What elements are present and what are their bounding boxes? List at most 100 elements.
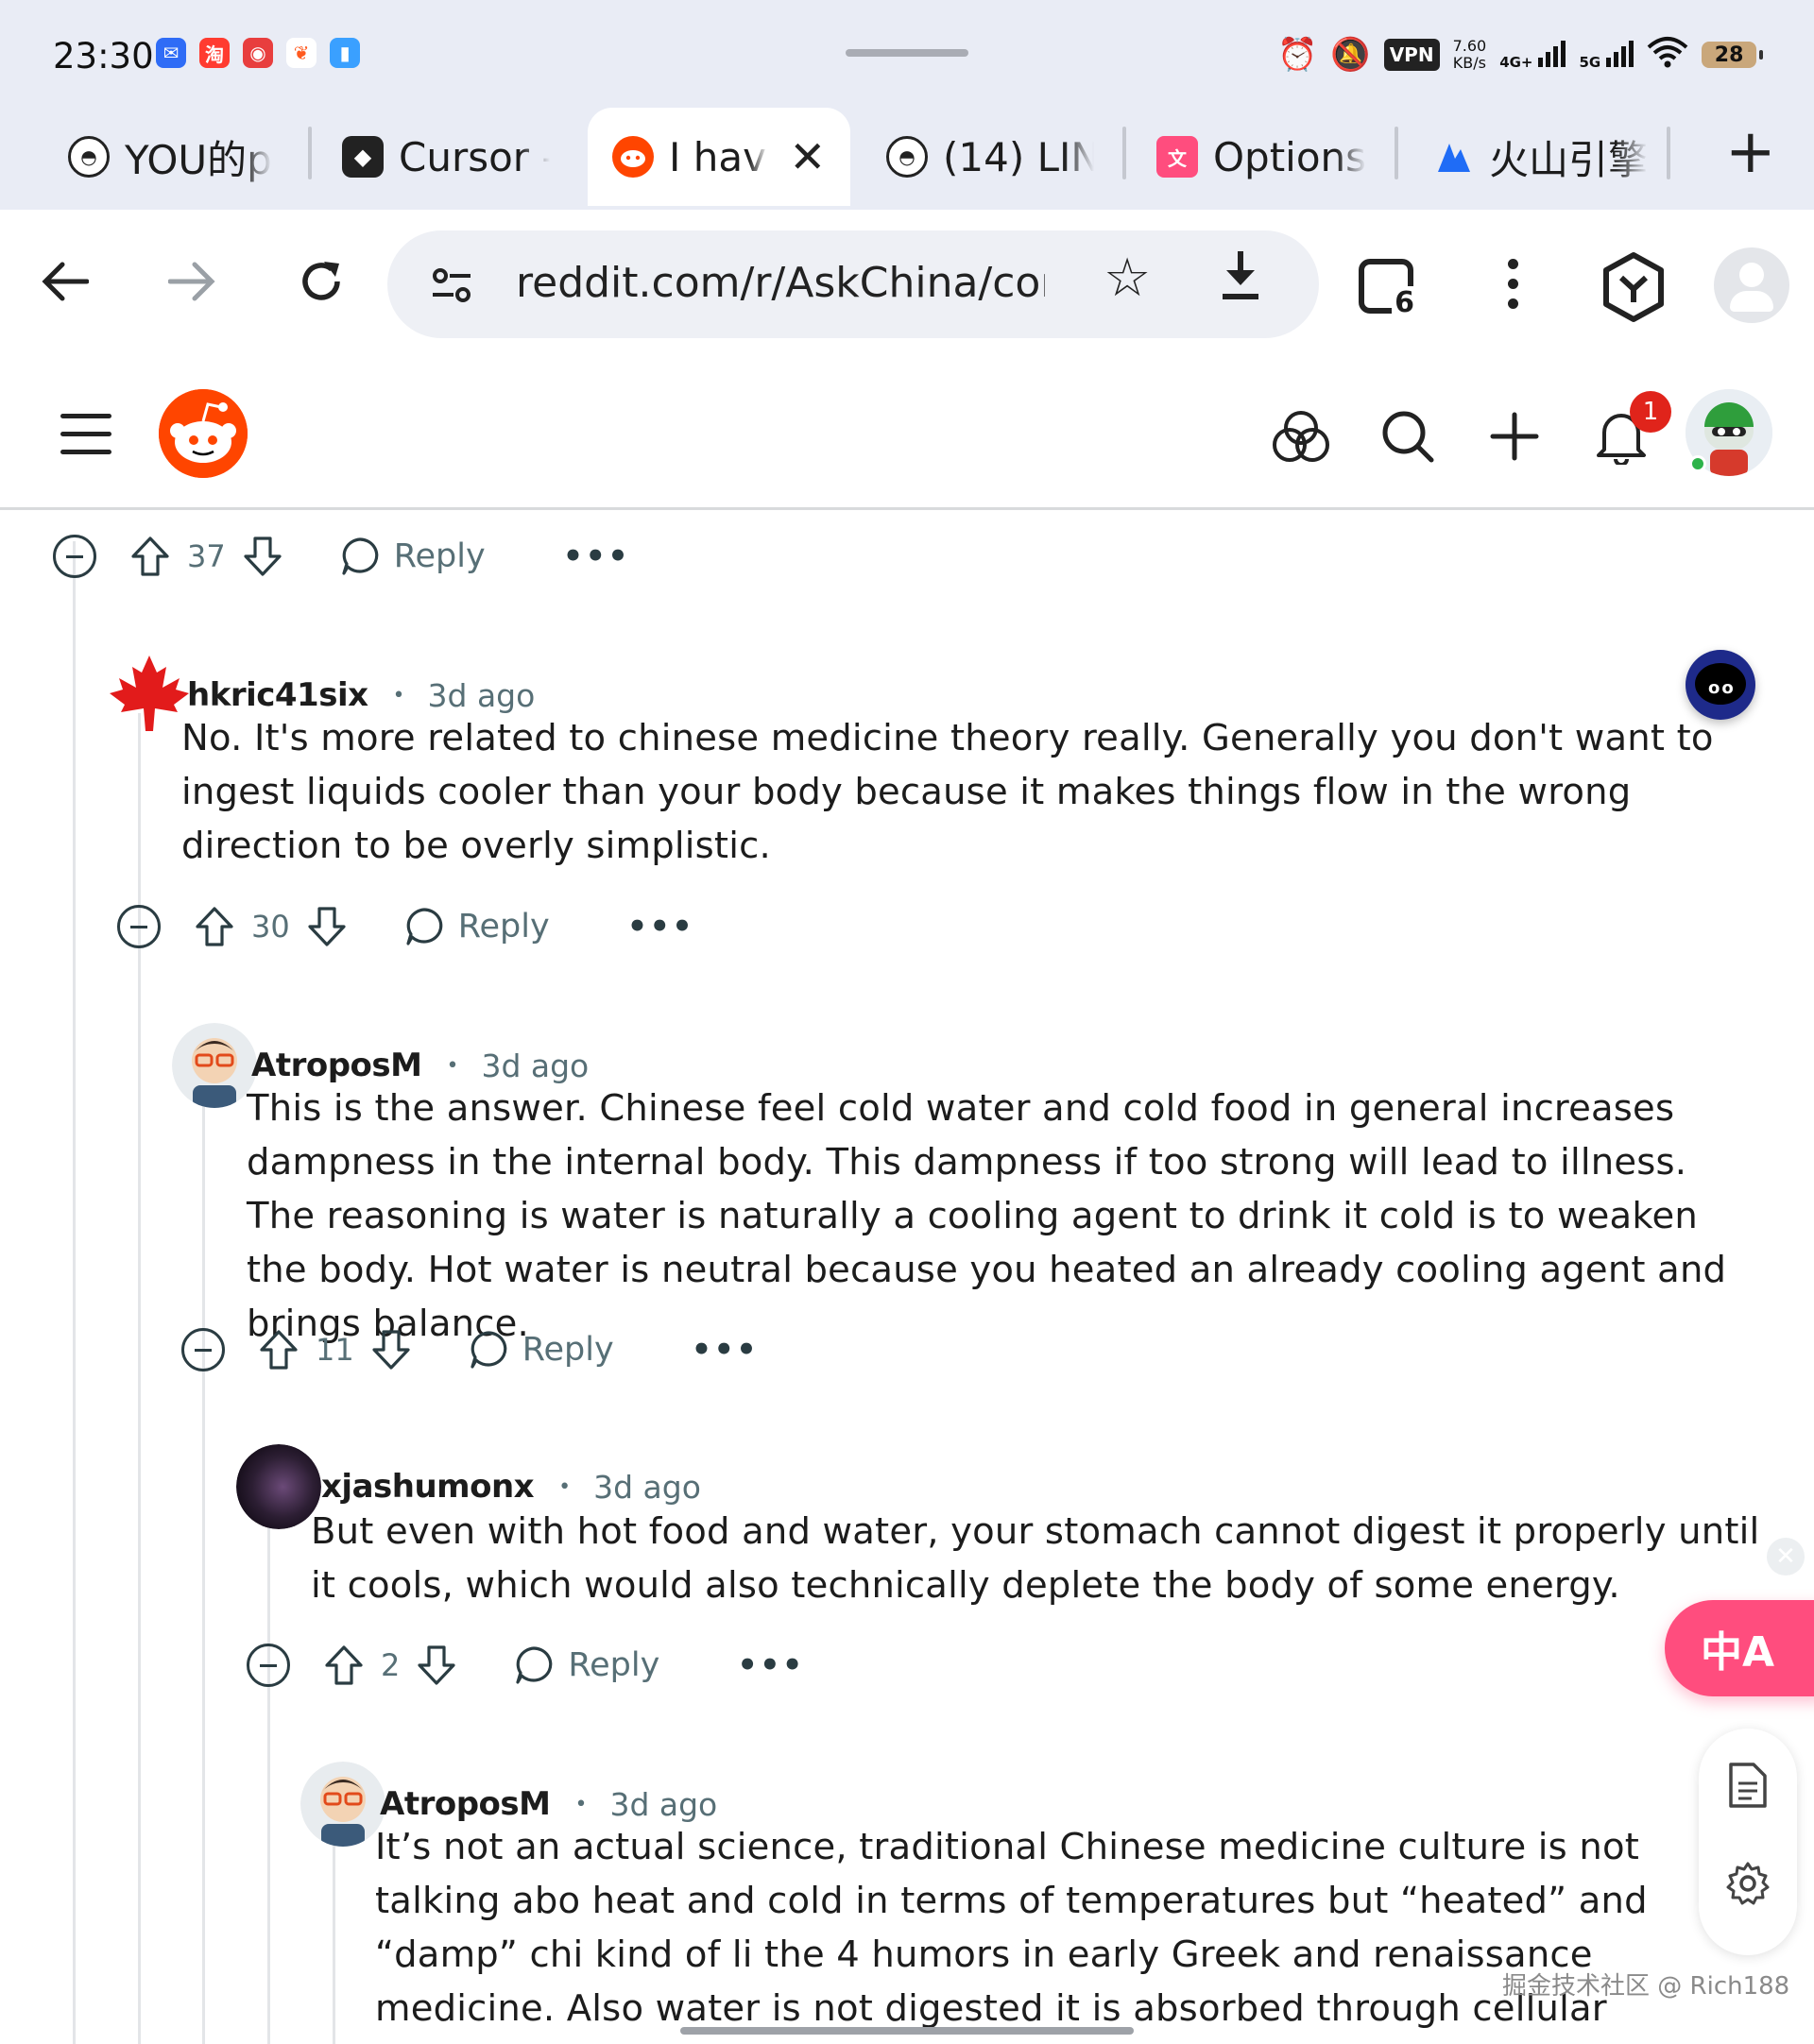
- reply-button[interactable]: Reply: [339, 536, 486, 577]
- taobao-app-icon: 淘: [199, 38, 230, 68]
- reply-button[interactable]: Reply: [468, 1329, 614, 1371]
- document-icon[interactable]: [1727, 1761, 1769, 1814]
- thread-line: [73, 541, 76, 2044]
- tab-volcengine[interactable]: 火山引擎: [1432, 108, 1650, 206]
- back-button[interactable]: [26, 244, 102, 319]
- address-bar[interactable]: reddit.com/r/AskChina/comn ☆: [387, 230, 1319, 338]
- more-options-icon[interactable]: •••: [563, 537, 630, 575]
- comment-timestamp: 3d ago: [593, 1468, 701, 1506]
- upvote-button[interactable]: [195, 906, 234, 947]
- reply-bubble-icon: [471, 1331, 507, 1369]
- upvote-button[interactable]: [324, 1644, 364, 1686]
- downvote-button[interactable]: [371, 1329, 411, 1371]
- downvote-button[interactable]: [417, 1644, 456, 1686]
- thread-line: [333, 1831, 335, 2044]
- reply-button[interactable]: Reply: [403, 906, 550, 947]
- more-options-icon[interactable]: •••: [692, 1331, 759, 1369]
- comment-timestamp: 3d ago: [609, 1785, 718, 1823]
- collapse-thread-button[interactable]: [181, 1328, 225, 1371]
- user-avatar[interactable]: [300, 1762, 385, 1847]
- comment-username[interactable]: hkric41six: [187, 676, 368, 714]
- watermark: 掘金技术社区 @ Rich188: [1502, 1972, 1790, 2001]
- signal-5g: 5G: [1579, 39, 1634, 72]
- volcano-icon: [1432, 136, 1474, 178]
- comment-thread: 37 Reply ••• hkric41six • 3d ago No. It'…: [0, 513, 1814, 2044]
- search-icon[interactable]: [1378, 406, 1438, 467]
- tab-label: (14) LIN: [943, 133, 1094, 180]
- network-4g-label: 4G+: [1499, 53, 1533, 71]
- menu-hamburger-icon[interactable]: [60, 414, 111, 468]
- meta-separator: •: [392, 683, 405, 707]
- profile-avatar-icon[interactable]: [1714, 247, 1789, 323]
- tab-cursor[interactable]: ◆ Cursor -: [342, 108, 550, 206]
- collapse-thread-button[interactable]: [53, 535, 96, 578]
- settings-gear-icon[interactable]: [1725, 1861, 1771, 1910]
- close-tab-icon[interactable]: ✕: [789, 131, 826, 182]
- download-icon[interactable]: [1219, 249, 1262, 315]
- collapse-thread-button[interactable]: [247, 1644, 290, 1687]
- comment-username[interactable]: AtroposM: [251, 1047, 422, 1084]
- tab-switcher-button[interactable]: 6: [1359, 259, 1417, 319]
- ai-assistant-bubble-icon[interactable]: oo: [1686, 650, 1755, 720]
- more-menu-icon[interactable]: [1508, 259, 1518, 309]
- reply-label: Reply: [568, 1646, 660, 1684]
- communities-icon[interactable]: [1271, 406, 1331, 467]
- comment-actions: 30 Reply •••: [117, 898, 694, 955]
- shopping-app-icon: ◉: [243, 38, 273, 68]
- forward-button[interactable]: [155, 244, 231, 319]
- create-post-icon[interactable]: [1484, 406, 1545, 467]
- tab-label: Cursor -: [399, 133, 550, 180]
- upvote-button[interactable]: [130, 536, 170, 577]
- comment-timestamp: 3d ago: [427, 676, 536, 714]
- reply-label: Reply: [457, 908, 550, 945]
- tab-label: 火山引擎: [1489, 136, 1649, 183]
- downvote-button[interactable]: [307, 906, 347, 947]
- maple-leaf-avatar[interactable]: [106, 652, 193, 739]
- meta-separator: •: [558, 1474, 572, 1499]
- comment-actions: 2 Reply •••: [247, 1637, 805, 1694]
- reddit-icon: [612, 136, 654, 178]
- url-text[interactable]: reddit.com/r/AskChina/comn: [516, 259, 1045, 307]
- downvote-button[interactable]: [243, 536, 282, 577]
- battery-indicator: 28: [1702, 42, 1764, 68]
- collapse-thread-button[interactable]: [117, 905, 161, 948]
- user-avatar[interactable]: [172, 1023, 257, 1108]
- gesture-bar[interactable]: [680, 2027, 1134, 2035]
- vpn-badge: VPN: [1383, 39, 1440, 71]
- grad-cap-icon: ◓: [68, 136, 110, 178]
- reddit-logo-icon[interactable]: [159, 389, 248, 478]
- reload-button[interactable]: [283, 244, 359, 319]
- thread-line: [202, 1082, 205, 2044]
- mail-app-icon: ✉: [156, 38, 186, 68]
- comment-username[interactable]: AtroposM: [380, 1785, 551, 1823]
- reddit-header: 1: [0, 361, 1814, 510]
- reply-label: Reply: [393, 537, 486, 575]
- user-avatar[interactable]: [236, 1444, 321, 1529]
- more-options-icon[interactable]: •••: [737, 1646, 804, 1684]
- status-indicators: ⏰ 🔕 VPN 7.60 KB/s 4G+ 5G 28: [1277, 32, 1764, 77]
- cursor-app-icon: ◆: [342, 136, 384, 178]
- meta-separator: •: [446, 1053, 459, 1078]
- new-tab-button[interactable]: +: [1725, 119, 1776, 185]
- extension-cube-icon[interactable]: [1600, 251, 1667, 327]
- comment-actions: 37 Reply •••: [53, 528, 630, 585]
- comment-actions: 11 Reply •••: [181, 1321, 759, 1378]
- upvote-button[interactable]: [259, 1329, 299, 1371]
- bookmark-star-icon[interactable]: ☆: [1104, 247, 1151, 309]
- grad-cap-icon: ◓: [886, 136, 928, 178]
- tab-options[interactable]: 文 Options: [1156, 108, 1374, 206]
- window-drag-handle[interactable]: [846, 49, 968, 57]
- translate-icon: 文: [1156, 136, 1198, 178]
- network-speed: 7.60 KB/s: [1453, 38, 1487, 72]
- network-5g-label: 5G: [1579, 53, 1601, 71]
- reply-button[interactable]: Reply: [513, 1644, 659, 1686]
- tab-reddit-active[interactable]: I have ✕: [588, 108, 850, 206]
- close-translate-icon[interactable]: ✕: [1767, 1538, 1805, 1576]
- site-settings-icon[interactable]: [429, 263, 474, 308]
- translate-button[interactable]: 中A: [1665, 1600, 1814, 1696]
- signal-4g: 4G+: [1499, 39, 1566, 72]
- tab-linkedin[interactable]: ◓ (14) LIN: [886, 108, 1094, 206]
- tab-you[interactable]: ◓ YOU的p: [68, 108, 276, 206]
- comment-username[interactable]: xjashumonx: [321, 1468, 535, 1506]
- more-options-icon[interactable]: •••: [627, 908, 694, 945]
